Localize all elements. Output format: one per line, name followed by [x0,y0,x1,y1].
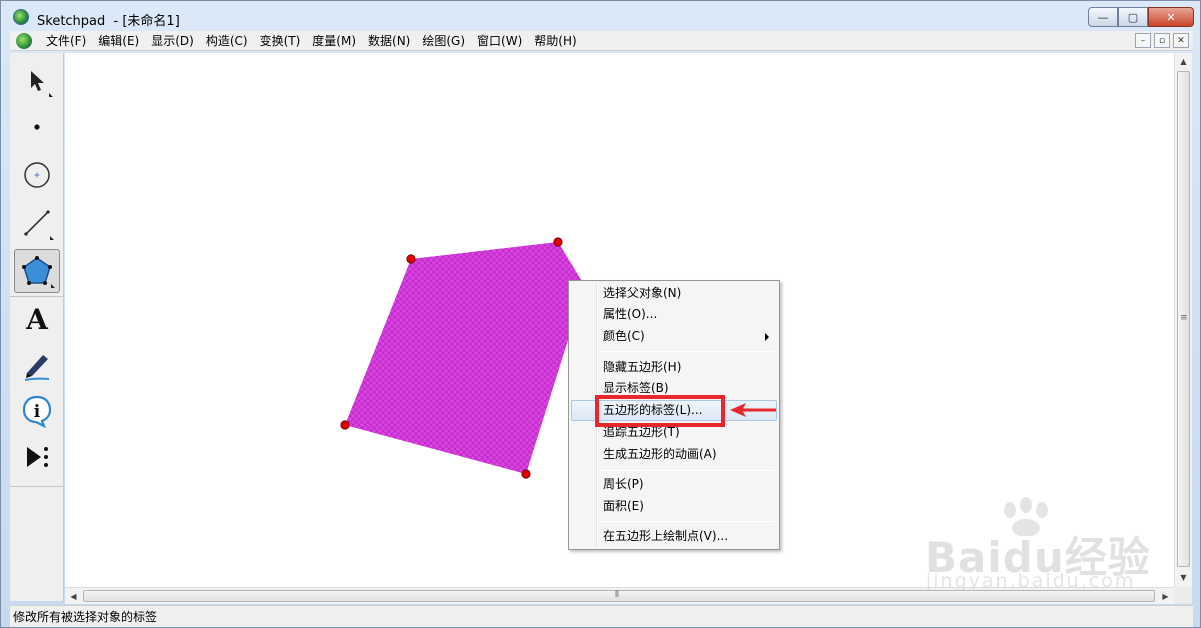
watermark-url: jingyan.baidu.com [926,570,1136,592]
highlight-box [595,395,725,427]
menu-select-parents[interactable]: 选择父对象(N) [571,283,777,304]
window-controls: — ▢ ✕ [1088,7,1194,27]
menu-separator [599,470,775,471]
marker-pen-icon [24,355,50,381]
menu-display[interactable]: 显示(D) [145,31,200,51]
document-window-controls: – ▫ ✕ [1135,33,1189,48]
pentagon-interior[interactable] [345,242,585,474]
text-tool[interactable]: A [14,297,60,341]
baidu-watermark: Baidu经验 jingyan.baidu.com [920,496,1160,592]
scroll-right-icon[interactable]: ▶ [1157,588,1174,604]
menu-help[interactable]: 帮助(H) [528,31,582,51]
arrow-tool[interactable] [14,59,60,103]
minimize-button[interactable]: — [1088,7,1118,27]
polygon-tool[interactable] [14,249,60,293]
point-icon [34,124,40,130]
menu-data[interactable]: 数据(N) [362,31,416,51]
menu-separator [599,521,775,522]
status-bar: 修改所有被选择对象的标签 [10,605,1193,627]
vertex-point[interactable] [521,469,531,479]
toolbox-divider [10,486,64,487]
svg-text:i: i [34,402,41,422]
doc-restore-button[interactable]: ▫ [1154,33,1170,48]
menu-window[interactable]: 窗口(W) [471,31,528,51]
doc-close-button[interactable]: ✕ [1173,33,1189,48]
information-tool[interactable]: i [14,389,60,433]
vertex-point[interactable] [553,237,563,247]
straightedge-tool[interactable] [14,201,60,245]
menu-properties[interactable]: 属性(O)... [571,304,777,325]
status-text: 修改所有被选择对象的标签 [13,610,158,624]
red-pointer-arrow-icon [730,403,776,417]
text-a-icon: A [26,302,48,336]
menu-graph[interactable]: 绘图(G) [416,31,471,51]
close-button[interactable]: ✕ [1148,7,1194,27]
menu-file[interactable]: 文件(F) [40,31,92,51]
scroll-down-icon[interactable]: ▼ [1175,569,1192,586]
vertical-scrollbar[interactable]: ▲ ≡ ▼ [1174,53,1192,587]
menu-construct[interactable]: 构造(C) [200,31,254,51]
point-tool[interactable] [14,105,60,149]
document-icon[interactable] [16,32,32,49]
window-title: Sketchpad - [未命名1] [37,14,180,29]
menu-animate-pentagon[interactable]: 生成五边形的动画(A) [571,444,777,465]
doc-minimize-button[interactable]: – [1135,33,1151,48]
sketchpad-app-icon [13,9,29,25]
menu-hide-pentagon[interactable]: 隐藏五边形(H) [571,357,777,378]
scroll-grip-icon: ≡ [1180,313,1188,323]
maximize-button[interactable]: ▢ [1118,7,1148,27]
pentagon-icon [22,256,55,288]
menu-measure[interactable]: 度量(M) [306,31,362,51]
marker-tool[interactable] [14,343,60,387]
toolbox: A i [10,53,64,601]
scrollbar-corner [1174,587,1192,604]
title-bar[interactable]: Sketchpad - [未命名1] — ▢ ✕ [1,1,1200,31]
menu-edit[interactable]: 编辑(E) [92,31,145,51]
scroll-left-icon[interactable]: ◀ [65,588,82,604]
menu-plot-point-on-pentagon[interactable]: 在五边形上绘制点(V)... [571,526,777,547]
scroll-grip-icon: ⦀ [615,590,619,600]
vertex-point[interactable] [406,254,416,264]
menu-color[interactable]: 颜色(C) [571,326,777,347]
menu-bar: 文件(F) 编辑(E) 显示(D) 构造(C) 变换(T) 度量(M) 数据(N… [10,31,1193,51]
custom-tool[interactable] [14,435,60,479]
circle-icon [24,162,50,188]
vertex-point[interactable] [340,420,350,430]
custom-tools-icon [27,447,48,467]
menu-separator [599,351,775,352]
menu-transform[interactable]: 变换(T) [254,31,307,51]
info-icon: i [22,395,52,429]
menu-color-label: 颜色(C) [603,329,645,343]
select-arrow-icon [31,71,53,97]
segment-icon [24,210,54,240]
menu-area[interactable]: 面积(E) [571,496,777,517]
submenu-arrow-icon [765,333,769,341]
menu-perimeter[interactable]: 周长(P) [571,474,777,495]
compass-tool[interactable] [14,153,60,197]
scroll-up-icon[interactable]: ▲ [1175,53,1192,70]
